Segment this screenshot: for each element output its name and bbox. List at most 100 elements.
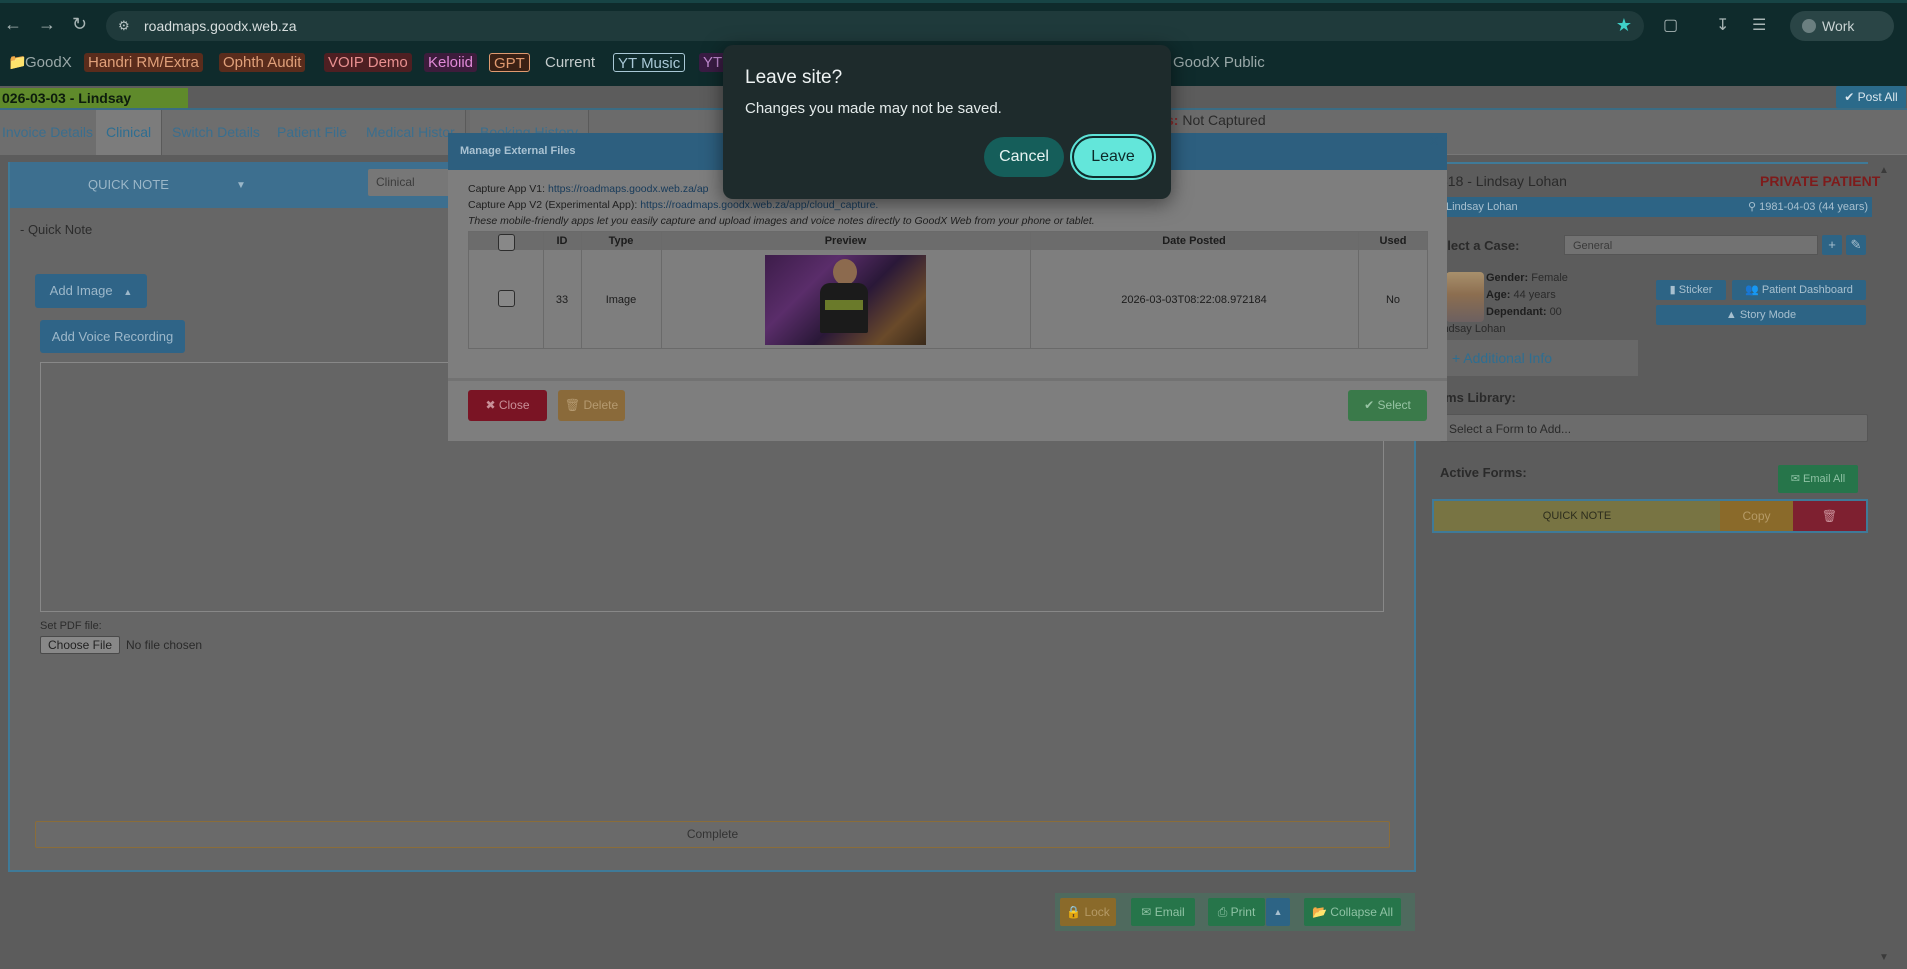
image-preview-thumbnail[interactable] bbox=[765, 255, 926, 345]
sticker-label: Sticker bbox=[1678, 284, 1713, 296]
col-date-posted: Date Posted bbox=[1162, 235, 1226, 247]
reload-icon[interactable]: ↻ bbox=[72, 14, 87, 34]
post-all-button[interactable]: ✔ Post All bbox=[1836, 86, 1906, 108]
pdf-label: Set PDF file: bbox=[40, 620, 102, 632]
print-button[interactable]: ⎙ Print bbox=[1208, 898, 1265, 926]
caret-up-icon[interactable]: ▲ bbox=[123, 287, 132, 297]
tab-patient-file[interactable]: Patient File bbox=[267, 110, 359, 155]
leave-button[interactable]: Leave bbox=[1074, 138, 1152, 176]
tab-switch-details[interactable]: Switch Details bbox=[162, 110, 271, 155]
scroll-down-icon[interactable]: ▼ bbox=[1879, 952, 1889, 963]
extensions-icon[interactable]: ▢ bbox=[1663, 15, 1678, 35]
bookmark-star-icon[interactable]: ★ bbox=[1616, 15, 1632, 36]
table-divider bbox=[1358, 232, 1359, 348]
col-id: ID bbox=[556, 235, 568, 247]
quick-note-section-label[interactable]: - Quick Note bbox=[20, 222, 92, 237]
print-label: Print bbox=[1230, 905, 1256, 919]
active-form-quick-note[interactable]: QUICK NOTE bbox=[1434, 501, 1720, 531]
forms-library-label: rms Library: bbox=[1440, 390, 1516, 405]
no-file-text: No file chosen bbox=[126, 638, 203, 652]
bookmark-keloiid[interactable]: Keloiid bbox=[424, 53, 478, 72]
capture-v1-link[interactable]: https://roadmaps.goodx.web.za/ap bbox=[548, 183, 709, 195]
patient-tag: 026-03-03 - Lindsay bbox=[0, 88, 188, 108]
media-icon[interactable]: ☰ bbox=[1752, 15, 1766, 35]
modal-close-icon[interactable]: ✕ bbox=[1428, 133, 1440, 150]
select-label: Select bbox=[1377, 398, 1411, 412]
preview-shirt-logo bbox=[825, 300, 863, 310]
col-used: Used bbox=[1379, 235, 1407, 247]
lock-button[interactable]: 🔒 Lock bbox=[1060, 898, 1116, 926]
age-label: Age: bbox=[1486, 289, 1511, 301]
bookmark-goodx[interactable]: GoodX bbox=[21, 53, 76, 72]
complete-button[interactable]: Complete bbox=[35, 821, 1390, 848]
dependant-value: 00 bbox=[1549, 306, 1562, 318]
cancel-button[interactable]: Cancel bbox=[984, 137, 1064, 177]
caret-down-icon[interactable]: ▼ bbox=[236, 180, 246, 191]
col-preview: Preview bbox=[824, 235, 867, 247]
age-value: 44 years bbox=[1513, 289, 1556, 301]
download-icon[interactable]: ↧ bbox=[1716, 15, 1729, 35]
patient-avatar bbox=[1446, 272, 1484, 322]
case-select[interactable]: General bbox=[1564, 235, 1818, 255]
email-all-button[interactable]: ✉ Email All bbox=[1778, 465, 1858, 493]
delete-form-icon[interactable]: 🗑 bbox=[1793, 501, 1866, 531]
email-button[interactable]: ✉ Email bbox=[1131, 898, 1195, 926]
avatar-icon bbox=[1802, 19, 1816, 33]
clinical-select[interactable]: Clinical bbox=[368, 169, 458, 196]
capture-status-value: Not Captured bbox=[1182, 112, 1266, 128]
gender-label: Gender: bbox=[1486, 272, 1529, 284]
profile-button[interactable]: Work bbox=[1790, 11, 1894, 41]
add-case-icon[interactable]: + bbox=[1822, 235, 1842, 255]
bookmark-gpt[interactable]: GPT bbox=[489, 53, 530, 72]
patient-type: PRIVATE PATIENT bbox=[1760, 173, 1881, 189]
edit-case-icon[interactable]: ✎ bbox=[1846, 235, 1866, 255]
bookmark-handri[interactable]: Handri RM/Extra bbox=[84, 53, 203, 72]
bookmark-voip-demo[interactable]: VOIP Demo bbox=[324, 53, 412, 72]
address-bar[interactable]: ⚙ roadmaps.goodx.web.za ★ bbox=[106, 11, 1644, 41]
print-menu-caret-icon[interactable]: ▲ bbox=[1266, 898, 1290, 926]
table-divider bbox=[543, 232, 544, 348]
scroll-up-icon[interactable]: ▲ bbox=[1879, 165, 1889, 176]
tab-clinical[interactable]: Clinical bbox=[96, 110, 163, 155]
post-all-label: Post All bbox=[1857, 90, 1898, 104]
close-button[interactable]: ✖ Close bbox=[468, 390, 547, 421]
site-info-icon[interactable]: ⚙ bbox=[118, 18, 130, 34]
gender-info: Gender: Female bbox=[1486, 272, 1568, 284]
choose-file-button[interactable]: Choose File bbox=[40, 636, 120, 654]
bookmark-current[interactable]: Current bbox=[541, 53, 599, 72]
patient-dashboard-button[interactable]: 👥 Patient Dashboard bbox=[1732, 280, 1866, 300]
bookmark-goodx-public[interactable]: GoodX Public bbox=[1169, 53, 1269, 72]
bookmark-ophth-audit[interactable]: Ophth Audit bbox=[219, 53, 306, 72]
add-image-button[interactable]: Add Image ▲ bbox=[35, 274, 147, 308]
screen: ← → ↻ ⚙ roadmaps.goodx.web.za ★ ▢ ↧ ☰ Wo… bbox=[0, 0, 1907, 969]
email-all-label: Email All bbox=[1803, 473, 1846, 485]
story-mode-button[interactable]: ▲ Story Mode bbox=[1656, 305, 1866, 325]
select-all-checkbox[interactable] bbox=[498, 234, 515, 251]
age-info: Age: 44 years bbox=[1486, 289, 1556, 301]
col-type: Type bbox=[608, 235, 634, 247]
active-forms-label: Active Forms: bbox=[1440, 465, 1527, 480]
collapse-all-button[interactable]: 📂 Collapse All bbox=[1304, 898, 1401, 926]
table-divider bbox=[1030, 232, 1031, 348]
back-icon[interactable]: ← bbox=[4, 14, 22, 34]
delete-button[interactable]: 🗑 Delete bbox=[558, 390, 625, 421]
patient-sub-name: Lindsay Lohan bbox=[1446, 201, 1518, 213]
story-mode-label: Story Mode bbox=[1739, 309, 1797, 321]
collapse-all-label: Collapse All bbox=[1330, 905, 1393, 919]
select-button[interactable]: ✔ Select bbox=[1348, 390, 1427, 421]
preview-person-head bbox=[833, 259, 857, 285]
modal-title: Manage External Files bbox=[460, 145, 576, 157]
tab-invoice-details[interactable]: Invoice Details bbox=[0, 110, 105, 155]
additional-info-toggle[interactable]: + Additional Info bbox=[1440, 340, 1638, 376]
forward-icon[interactable]: → bbox=[38, 14, 56, 34]
row-id: 33 bbox=[555, 294, 569, 306]
bookmark-yt-music[interactable]: YT Music bbox=[613, 53, 686, 72]
row-checkbox[interactable] bbox=[498, 290, 515, 307]
copy-form-button[interactable]: Copy bbox=[1720, 501, 1793, 531]
dependant-label: Dependant: bbox=[1486, 306, 1547, 318]
case-label: elect a Case: bbox=[1440, 238, 1520, 253]
forms-select[interactable]: Select a Form to Add... bbox=[1440, 414, 1868, 442]
sticker-button[interactable]: ▮ Sticker bbox=[1656, 280, 1726, 300]
add-voice-recording-button[interactable]: Add Voice Recording bbox=[40, 320, 185, 353]
capture-v2-link[interactable]: https://roadmaps.goodx.web.za/app/cloud_… bbox=[640, 199, 878, 211]
